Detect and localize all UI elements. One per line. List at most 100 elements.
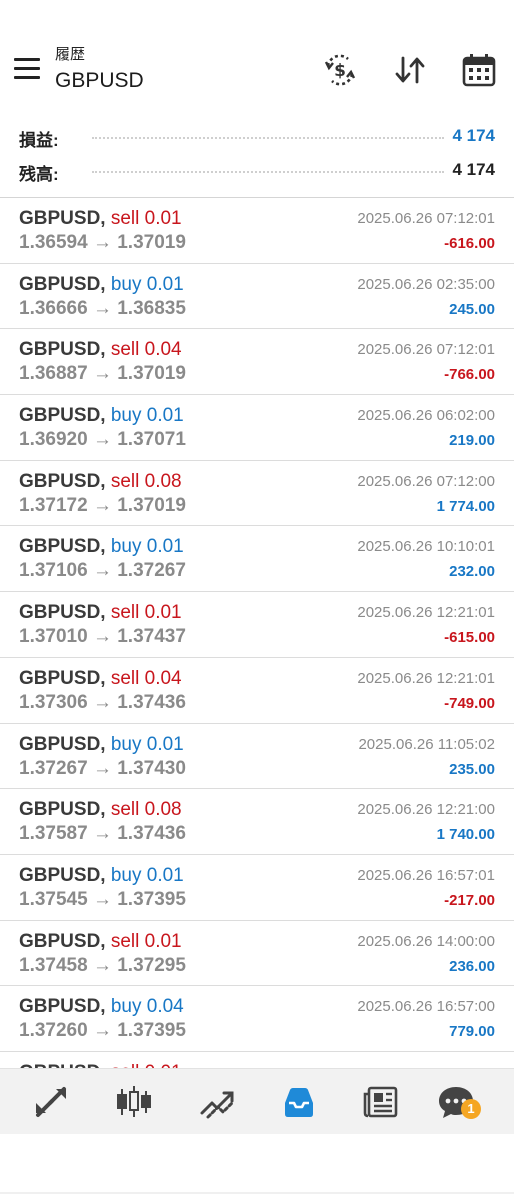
trade-prices: 1.37587 → 1.37436 [19,823,186,845]
trade-prices: 1.37106 → 1.37267 [19,560,186,582]
trade-side: sell 0.01 [110,930,182,952]
quotes-icon[interactable] [32,1083,70,1121]
trade-symbol-text: GBPUSD, [19,733,106,755]
trade-side: sell 0.01 [110,208,182,229]
trade-symbol: GBPUSD, sell 0.04 [19,668,182,690]
trade-row[interactable]: GBPUSD, sell 0.01 [0,1052,514,1068]
dotted-leader [92,171,444,173]
trade-side: sell 0.08 [110,470,182,492]
trade-side: sell 0.08 [110,799,182,821]
trade-time: 2025.06.26 14:00:00 [357,932,495,950]
summary-panel: 損益: 4 174 残高: 4 174 [0,118,514,198]
bottom-nav: 1 [0,1068,514,1134]
trade-symbol-text: GBPUSD, [19,470,106,492]
trade-time: 2025.06.26 10:10:01 [357,538,495,556]
trade-side: buy 0.01 [110,405,184,427]
trade-time: 2025.06.26 07:12:01 [357,210,495,227]
currency-exchange-icon[interactable]: $ [322,52,358,88]
history-icon[interactable] [280,1083,318,1121]
trade-profit: 232.00 [449,563,495,581]
balance-row: 残高: 4 174 [0,154,514,186]
trade-row[interactable]: GBPUSD, buy 0.01 1.37106 → 1.37267 2025.06… [0,526,514,593]
trade-symbol: GBPUSD, buy 0.01 [19,274,184,296]
trade-time: 2025.06.26 12:21:01 [357,604,495,622]
trade-profit: -217.00 [444,891,495,909]
trade-list[interactable]: GBPUSD, sell 0.01 1.36594 → 1.37019 2025.0… [0,198,514,1068]
trade-symbol: GBPUSD, sell 0.04 [19,339,182,361]
trade-profit: -766.00 [444,366,495,384]
trade-row[interactable]: GBPUSD, sell 0.01 1.37010 → 1.37437 2025.0… [0,592,514,658]
trade-side: buy 0.01 [110,864,184,886]
trade-symbol-text: GBPUSD, [19,667,106,689]
trade-row[interactable]: GBPUSD, sell 0.01 1.37458 → 1.37295 2025.0… [0,921,514,987]
trade-side: buy 0.01 [110,733,184,755]
balance-value: 4 174 [452,160,495,179]
trade-prices: 1.37260 → 1.37395 [19,1020,186,1042]
dotted-leader [92,137,444,139]
trade-time: 2025.06.26 12:21:01 [357,669,495,687]
trade-row[interactable]: GBPUSD, sell 0.01 1.36594 → 1.37019 2025.0… [0,198,514,264]
trade-prices: 1.36666 → 1.36835 [19,297,186,319]
trade-symbol: GBPUSD, buy 0.01 [19,734,184,756]
trade-prices: 1.37306 → 1.37436 [19,691,186,713]
trade-profit: 779.00 [449,1023,495,1041]
trade-prices: 1.36887 → 1.37019 [19,363,186,385]
page-title: 履歴 [55,46,86,63]
trade-profit: 235.00 [449,760,495,778]
trade-row[interactable]: GBPUSD, buy 0.01 1.36666 → 1.36835 2025.06… [0,264,514,330]
trade-symbol-text: GBPUSD, [19,996,106,1018]
trade-time: 2025.06.26 07:12:00 [357,472,495,490]
title-block: 履歴 GBPUSD [55,46,144,94]
trade-row[interactable]: GBPUSD, sell 0.04 1.36887 → 1.37019 2025.0… [0,329,514,396]
trade-profit: 236.00 [449,957,495,975]
profit-value: 4 174 [452,126,495,145]
app-header: 履歴 GBPUSD $ [0,0,514,112]
menu-icon[interactable] [14,58,40,80]
trade-time: 2025.06.26 02:35:00 [357,275,495,293]
trade-prices: 1.37010 → 1.37437 [19,626,186,648]
trade-symbol: GBPUSD, buy 0.01 [19,865,184,887]
chart-icon[interactable] [115,1083,153,1121]
trade-symbol-text: GBPUSD, [19,536,106,558]
profit-label: 損益: [19,131,59,150]
trade-row[interactable]: GBPUSD, buy 0.01 1.37545 → 1.37395 2025.06… [0,855,514,921]
balance-label: 残高: [19,165,59,184]
trade-symbol-text: GBPUSD, [19,405,106,427]
trade-side: sell 0.04 [110,667,182,689]
trade-symbol: GBPUSD, buy 0.01 [19,405,184,427]
calendar-icon[interactable] [461,52,497,88]
trade-symbol: GBPUSD, sell 0.01 [19,931,182,953]
trade-time: 2025.06.26 12:21:00 [357,801,495,819]
trade-time: 2025.06.26 06:02:00 [357,407,495,425]
trade-side: buy 0.04 [110,996,184,1018]
trade-profit: -749.00 [444,694,495,712]
trade-side: buy 0.01 [110,273,184,295]
trade-icon[interactable] [198,1083,236,1121]
trade-symbol-text: GBPUSD, [19,930,106,952]
trade-symbol: GBPUSD, sell 0.08 [19,799,182,821]
trade-time: 2025.06.26 16:57:01 [357,866,495,884]
trade-symbol: GBPUSD, buy 0.01 [19,536,184,558]
symbol-title[interactable]: GBPUSD [55,68,144,94]
chat-icon[interactable]: 1 [437,1083,481,1121]
trade-prices: 1.36594 → 1.37019 [19,232,186,253]
trade-row[interactable]: GBPUSD, sell 0.08 1.37587 → 1.37436 2025.0… [0,789,514,855]
trade-prices: 1.36920 → 1.37071 [19,429,186,451]
trade-profit: -615.00 [444,629,495,647]
trade-time: 2025.06.26 11:05:02 [358,735,495,753]
trade-row[interactable]: GBPUSD, sell 0.04 1.37306 → 1.37436 2025.0… [0,658,514,724]
trade-symbol: GBPUSD, buy 0.04 [19,996,184,1018]
trade-row[interactable]: GBPUSD, sell 0.08 1.37172 → 1.37019 2025.0… [0,461,514,527]
trade-row[interactable]: GBPUSD, buy 0.01 1.37267 → 1.37430 2025.06… [0,724,514,790]
sort-icon[interactable] [392,52,428,88]
svg-text:$: $ [334,61,346,81]
trade-row[interactable]: GBPUSD, buy 0.04 1.37260 → 1.37395 2025.06… [0,986,514,1052]
profit-row: 損益: 4 174 [0,120,514,152]
trade-prices: 1.37267 → 1.37430 [19,757,186,779]
trade-row[interactable]: GBPUSD, buy 0.01 1.36920 → 1.37071 2025.06… [0,395,514,461]
trade-symbol-text: GBPUSD, [19,273,106,295]
trade-side: sell 0.04 [110,339,182,361]
news-icon[interactable] [362,1083,400,1121]
trade-profit: -616.00 [444,235,495,252]
trade-side: sell 0.01 [110,602,182,624]
